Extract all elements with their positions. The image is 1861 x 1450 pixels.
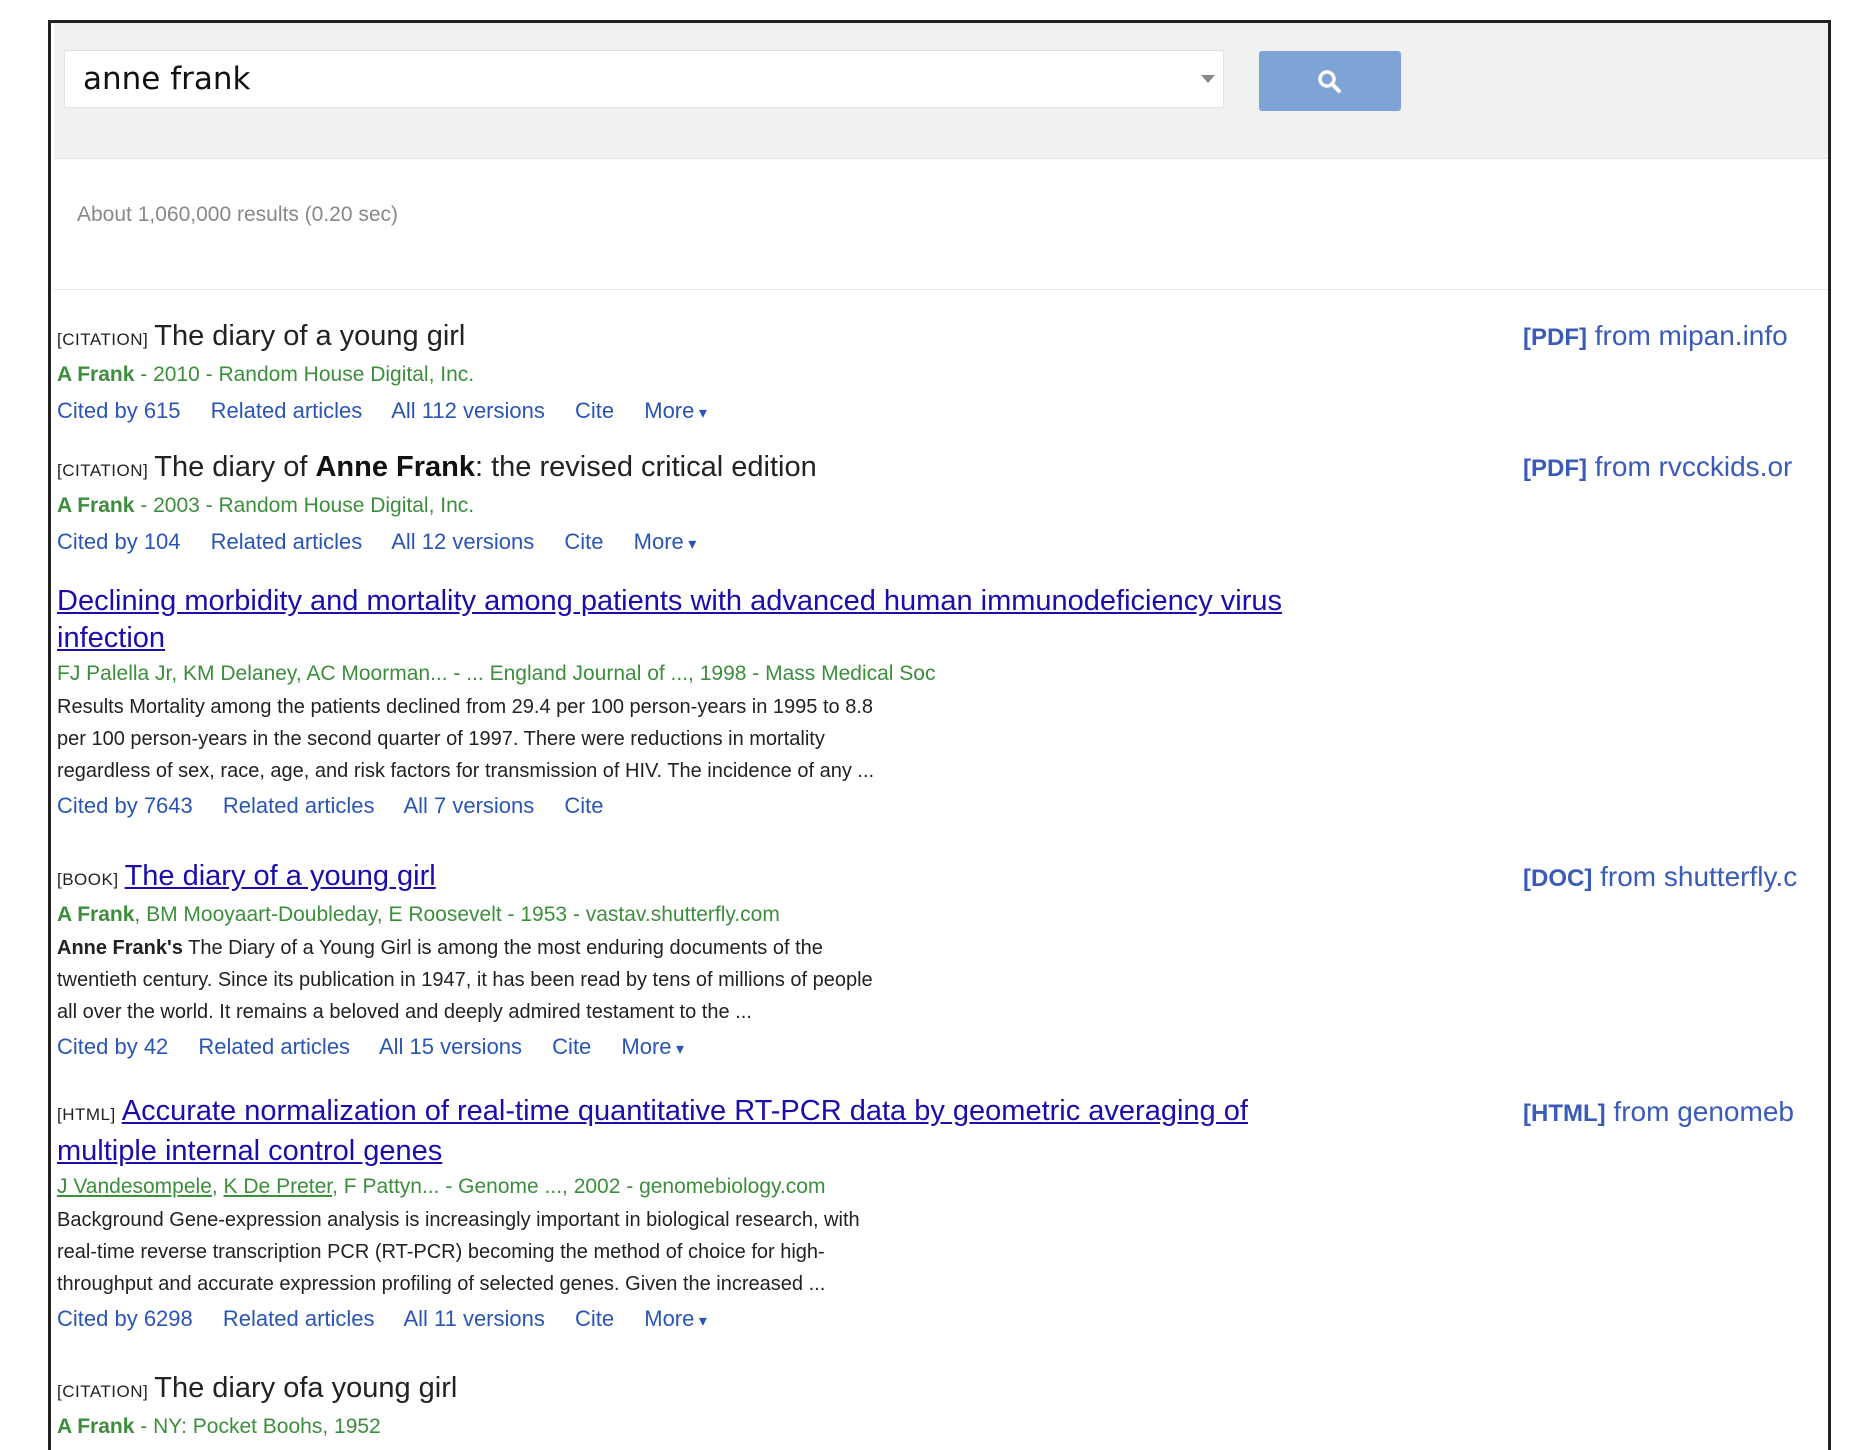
full-text-link[interactable]: [PDF] from mipan.info [1523, 320, 1788, 352]
result-title-link[interactable]: Accurate normalization of real-time quan… [122, 1095, 1248, 1127]
versions-link[interactable]: All 15 versions [379, 1034, 522, 1059]
more-link[interactable]: More [634, 529, 697, 554]
cited-by-link[interactable]: Cited by 615 [57, 398, 181, 423]
more-link[interactable]: More [644, 398, 707, 423]
result-authors: A Frank - 2003 - Random House Digital, I… [57, 494, 475, 517]
more-link[interactable]: More [621, 1034, 684, 1059]
versions-link[interactable]: All 11 versions [403, 1306, 544, 1331]
result-links: Cited by 42 Related articles All 15 vers… [57, 1028, 1157, 1068]
search-box[interactable] [64, 50, 1224, 108]
result-snippet: Anne Frank's The Diary of a Young Girl i… [57, 937, 873, 1023]
result-authors: A Frank - 2010 - Random House Digital, I… [57, 363, 475, 386]
versions-link[interactable]: All 12 versions [391, 529, 534, 554]
full-text-link[interactable]: [PDF] from rvcckids.or [1523, 451, 1792, 483]
result-snippet: Background Gene-expression analysis is i… [57, 1209, 860, 1295]
result-title[interactable]: [CITATION] The diary ofa young girl [57, 1370, 457, 1410]
cite-link[interactable]: Cite [564, 529, 603, 554]
file-format-tag: [PDF] [1523, 455, 1587, 482]
full-text-link[interactable]: [DOC] from shutterfly.c [1523, 861, 1797, 893]
cited-by-link[interactable]: Cited by 6298 [57, 1306, 193, 1331]
result-links: Cited by 6298 Related articles All 11 ve… [57, 1300, 1248, 1340]
result-item: [CITATION] The diary of Anne Frank: the r… [57, 449, 817, 563]
file-format-tag: [HTML] [1523, 1100, 1606, 1127]
related-articles-link[interactable]: Related articles [211, 398, 363, 423]
author-link[interactable]: J Vandesompele [57, 1175, 212, 1198]
result-title[interactable]: Declining morbidity and mortality among … [57, 583, 1282, 657]
cite-link[interactable]: Cite [552, 1034, 591, 1059]
result-item: [HTML] Accurate normalization of real-tim… [57, 1093, 1248, 1340]
result-authors: J Vandesompele, K De Preter, F Pattyn...… [57, 1175, 826, 1198]
result-links: Cited by 104 Related articles All 12 ver… [57, 523, 817, 563]
author-link[interactable]: K De Preter [224, 1175, 333, 1198]
result-authors: A Frank, BM Mooyaart-Doubleday, E Roosev… [57, 903, 780, 926]
result-title[interactable]: [HTML] Accurate normalization of real-tim… [57, 1093, 1248, 1170]
search-button[interactable] [1259, 51, 1401, 111]
search-icon [1318, 70, 1341, 93]
result-item: Declining morbidity and mortality among … [57, 583, 1282, 824]
cite-link[interactable]: Cite [575, 398, 614, 423]
cited-by-link[interactable]: Cited by 7643 [57, 793, 193, 818]
browser-frame: About 1,060,000 results (0.20 sec) [CITA… [48, 20, 1831, 1450]
result-type-tag: [CITATION] [57, 330, 149, 349]
related-articles-link[interactable]: Related articles [223, 793, 375, 818]
versions-link[interactable]: All 112 versions [391, 398, 545, 423]
result-snippet: Results Mortality among the patients dec… [57, 696, 875, 782]
result-links: Cited by 7643 Related articles All 7 ver… [57, 787, 1282, 824]
related-articles-link[interactable]: Related articles [211, 529, 363, 554]
cited-by-link[interactable]: Cited by 104 [57, 529, 181, 554]
dropdown-arrow-icon[interactable] [1201, 75, 1215, 83]
search-input[interactable] [83, 59, 1143, 99]
cite-link[interactable]: Cite [564, 793, 603, 818]
result-title-link[interactable]: multiple internal control genes [57, 1135, 442, 1167]
result-type-tag: [BOOK] [57, 870, 119, 889]
result-type-tag: [HTML] [57, 1105, 116, 1124]
file-format-tag: [DOC] [1523, 865, 1593, 892]
result-title[interactable]: [CITATION] The diary of Anne Frank: the r… [57, 449, 817, 489]
search-header [54, 23, 1828, 159]
result-title-link[interactable]: Declining morbidity and mortality among … [57, 585, 1282, 617]
more-link[interactable]: More [644, 1306, 707, 1331]
cite-link[interactable]: Cite [575, 1306, 614, 1331]
result-title[interactable]: [BOOK] The diary of a young girl [57, 858, 1157, 898]
result-authors: A Frank - NY: Pocket Boohs, 1952 [57, 1415, 381, 1438]
result-title-link[interactable]: The diary of a young girl [125, 860, 436, 892]
related-articles-link[interactable]: Related articles [223, 1306, 375, 1331]
result-item: [CITATION] The diary ofa young girl A Fra… [57, 1370, 457, 1444]
related-articles-link[interactable]: Related articles [198, 1034, 350, 1059]
result-type-tag: [CITATION] [57, 461, 149, 480]
stats-bar: About 1,060,000 results (0.20 sec) [54, 159, 1828, 290]
full-text-link[interactable]: [HTML] from genomeb [1523, 1096, 1794, 1128]
result-links: Cited by 615 Related articles All 112 ve… [57, 392, 731, 432]
result-stats: About 1,060,000 results (0.20 sec) [77, 203, 399, 226]
cited-by-link[interactable]: Cited by 42 [57, 1034, 168, 1059]
versions-link[interactable]: All 7 versions [403, 793, 534, 818]
result-authors: FJ Palella Jr, KM Delaney, AC Moorman...… [57, 662, 936, 685]
result-item: [CITATION] The diary of a young girl A Fr… [57, 318, 731, 432]
result-type-tag: [CITATION] [57, 1382, 149, 1401]
result-title-link[interactable]: infection [57, 622, 165, 654]
result-title[interactable]: [CITATION] The diary of a young girl [57, 318, 731, 358]
file-format-tag: [PDF] [1523, 324, 1587, 351]
result-item: [BOOK] The diary of a young girl A Frank,… [57, 858, 1157, 1068]
